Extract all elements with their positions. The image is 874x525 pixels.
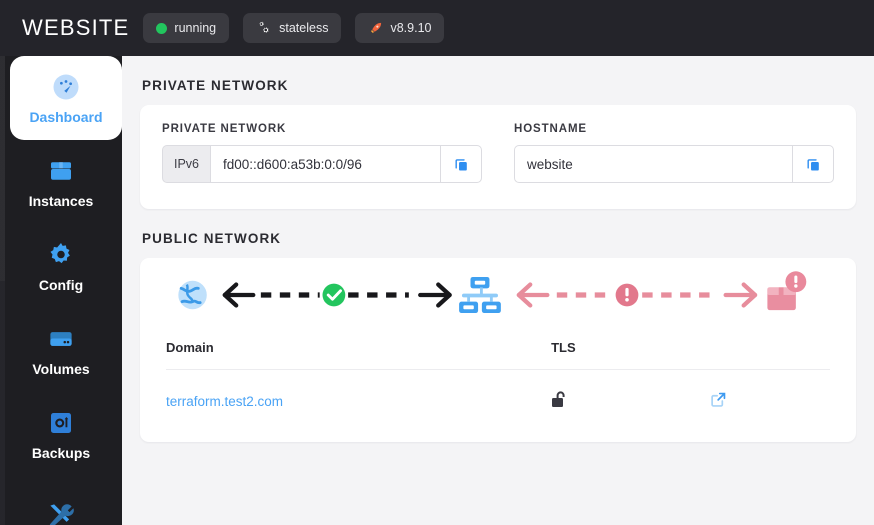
gauge-icon — [51, 72, 81, 102]
domains-table-wrap: Domain TLS terraform.test2.com — [140, 332, 856, 434]
gear-icon — [46, 240, 76, 270]
private-network-field-label: PRIVATE NETWORK — [162, 123, 287, 135]
hostname-field: HOSTNAME website — [514, 123, 834, 183]
copy-icon — [805, 156, 822, 173]
tls-cell — [551, 370, 710, 435]
copy-hostname-button[interactable] — [792, 145, 834, 183]
external-link-button[interactable] — [710, 392, 727, 411]
table-row: terraform.test2.com — [166, 370, 830, 435]
main-content: PRIVATE NETWORK PRIVATE NETWORK IPv6 fd0… — [122, 56, 874, 525]
copy-icon — [453, 156, 470, 173]
status-badge-stateless: stateless — [243, 13, 342, 43]
check-circle-icon — [322, 283, 346, 307]
box-icon — [46, 156, 76, 186]
status-badge-label: running — [174, 21, 217, 35]
public-network-heading: PUBLIC NETWORK — [142, 231, 282, 246]
sitemap-icon — [459, 276, 501, 314]
sidebar-item-tools[interactable] — [0, 476, 122, 525]
sidebar-scrollbar[interactable] — [0, 56, 5, 525]
sidebar-item-dashboard[interactable]: Dashboard — [10, 56, 122, 140]
actions-cell — [710, 370, 830, 435]
rocket-icon — [368, 21, 383, 36]
hostname-field-label: HOSTNAME — [514, 123, 588, 135]
sidebar-item-instances[interactable]: Instances — [0, 140, 122, 224]
hostname-value[interactable]: website — [514, 145, 792, 183]
unlocked-padlock-icon — [551, 391, 568, 412]
diagram-svg — [178, 271, 807, 314]
column-header-actions — [710, 332, 830, 370]
status-badge-running: running — [143, 13, 230, 43]
sidebar: Dashboard Instances Config Volumes Backu… — [0, 56, 122, 525]
gears-icon — [256, 20, 272, 36]
warning-inbound-arrow-icon — [516, 282, 550, 308]
column-header-tls: TLS — [551, 332, 711, 370]
domains-table: Domain TLS terraform.test2.com — [166, 332, 830, 434]
warning-circle-icon — [615, 283, 639, 307]
package-warning-icon — [767, 271, 807, 311]
sidebar-item-config[interactable]: Config — [0, 224, 122, 308]
ip-version-label: IPv6 — [162, 145, 211, 183]
top-bar: WEBSITE running stateless v8.9.10 — [0, 0, 874, 56]
public-network-diagram — [140, 258, 856, 332]
version-badge: v8.9.10 — [355, 13, 445, 43]
globe-icon — [178, 280, 207, 310]
outbound-arrow-icon — [418, 282, 452, 308]
page-title: WEBSITE — [22, 15, 130, 40]
version-badge-label: v8.9.10 — [390, 21, 432, 35]
sidebar-item-label: Volumes — [32, 360, 90, 377]
drive-icon — [46, 324, 76, 354]
warning-outbound-arrow-icon — [723, 282, 758, 308]
domain-cell: terraform.test2.com — [166, 370, 551, 435]
safe-icon — [46, 408, 76, 438]
domain-link[interactable]: terraform.test2.com — [166, 394, 283, 409]
status-badge-label: stateless — [279, 21, 329, 35]
app-root: WEBSITE running stateless v8.9.10 Dashbo… — [0, 0, 874, 525]
private-network-field: PRIVATE NETWORK IPv6 fd00::d600:a53b:0:0… — [162, 123, 482, 183]
sidebar-item-volumes[interactable]: Volumes — [0, 308, 122, 392]
private-network-value[interactable]: fd00::d600:a53b:0:0/96 — [210, 145, 440, 183]
sidebar-item-label: Backups — [31, 444, 91, 461]
inbound-arrow-icon — [222, 282, 256, 308]
column-header-domain: Domain — [166, 332, 552, 370]
sidebar-item-backups[interactable]: Backups — [0, 392, 122, 476]
private-network-card: PRIVATE NETWORK IPv6 fd00::d600:a53b:0:0… — [140, 105, 856, 209]
status-dot-icon — [156, 22, 168, 34]
sidebar-item-label: Dashboard — [29, 108, 103, 125]
public-network-card: Domain TLS terraform.test2.com — [140, 258, 856, 442]
private-network-heading: PRIVATE NETWORK — [142, 78, 289, 93]
sidebar-item-label: Instances — [28, 192, 94, 209]
copy-private-network-button[interactable] — [440, 145, 482, 183]
sidebar-item-label: Config — [38, 276, 84, 293]
tools-icon — [46, 500, 76, 525]
table-header-row: Domain TLS — [166, 332, 830, 370]
